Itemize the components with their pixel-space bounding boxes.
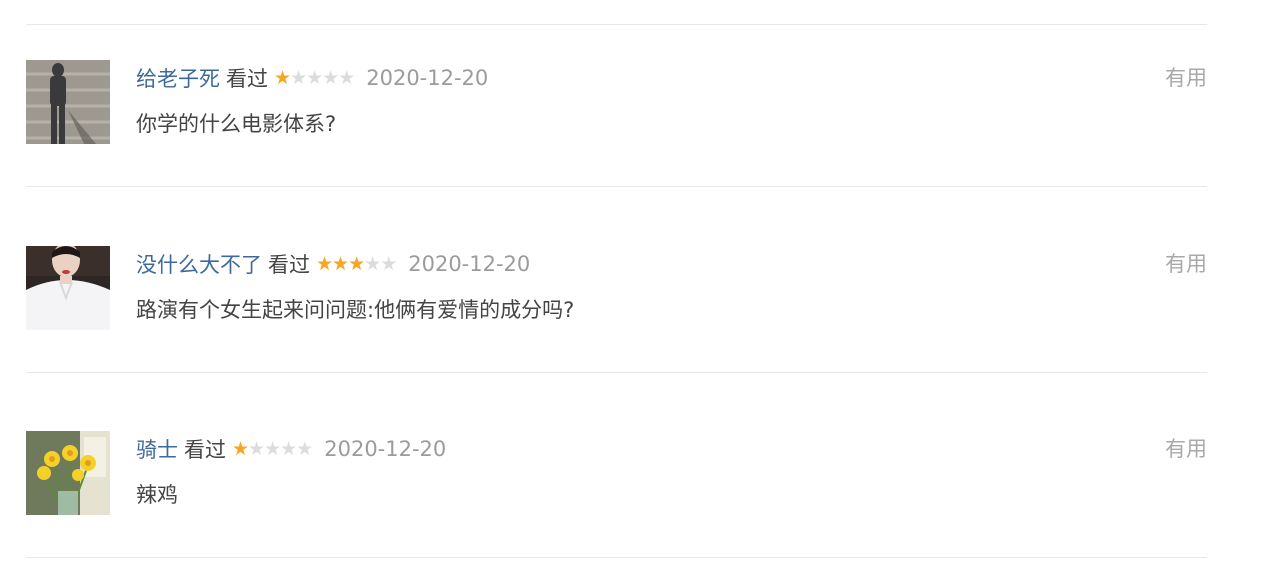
avatar[interactable] bbox=[26, 60, 110, 144]
review-item: 没什么大不了 看过 ★ ★ ★ ★ ★ 2020-12-20 有用 路演有个女生… bbox=[26, 246, 1207, 336]
rating-stars: ★ ★ ★ ★ ★ bbox=[316, 253, 397, 275]
username-link[interactable]: 给老子死 bbox=[136, 63, 220, 93]
star-empty-icon: ★ bbox=[296, 438, 313, 460]
star-filled-icon: ★ bbox=[274, 67, 291, 89]
star-filled-icon: ★ bbox=[348, 253, 365, 275]
username-link[interactable]: 骑士 bbox=[136, 434, 178, 464]
review-meta: 给老子死 看过 ★ ★ ★ ★ ★ 2020-12-20 bbox=[136, 62, 488, 94]
review-item: 给老子死 看过 ★ ★ ★ ★ ★ 2020-12-20 有用 你学的什么电影体… bbox=[26, 60, 1207, 150]
review-date: 2020-12-20 bbox=[408, 252, 531, 276]
avatar[interactable] bbox=[26, 246, 110, 330]
review-content: 路演有个女生起来问问题:他俩有爱情的成分吗? bbox=[136, 298, 575, 322]
star-filled-icon: ★ bbox=[332, 253, 349, 275]
watch-status: 看过 bbox=[268, 253, 310, 277]
useful-button[interactable]: 有用 bbox=[1165, 248, 1207, 280]
divider bbox=[26, 557, 1207, 558]
rating-stars: ★ ★ ★ ★ ★ bbox=[232, 438, 313, 460]
star-empty-icon: ★ bbox=[290, 67, 307, 89]
username-link[interactable]: 没什么大不了 bbox=[136, 249, 262, 279]
review-meta: 骑士 看过 ★ ★ ★ ★ ★ 2020-12-20 bbox=[136, 433, 446, 465]
divider bbox=[26, 24, 1207, 25]
review-date: 2020-12-20 bbox=[324, 437, 447, 461]
star-filled-icon: ★ bbox=[232, 438, 249, 460]
star-empty-icon: ★ bbox=[248, 438, 265, 460]
rating-stars: ★ ★ ★ ★ ★ bbox=[274, 67, 355, 89]
review-meta: 没什么大不了 看过 ★ ★ ★ ★ ★ 2020-12-20 bbox=[136, 248, 530, 280]
review-date: 2020-12-20 bbox=[366, 66, 489, 90]
divider bbox=[26, 186, 1207, 187]
star-empty-icon: ★ bbox=[380, 253, 397, 275]
star-empty-icon: ★ bbox=[322, 67, 339, 89]
star-empty-icon: ★ bbox=[364, 253, 381, 275]
useful-button[interactable]: 有用 bbox=[1165, 62, 1207, 94]
useful-button[interactable]: 有用 bbox=[1165, 433, 1207, 465]
star-empty-icon: ★ bbox=[280, 438, 297, 460]
watch-status: 看过 bbox=[184, 438, 226, 462]
review-item: 骑士 看过 ★ ★ ★ ★ ★ 2020-12-20 有用 辣鸡 bbox=[26, 431, 1207, 521]
avatar[interactable] bbox=[26, 431, 110, 515]
divider bbox=[26, 372, 1207, 373]
star-empty-icon: ★ bbox=[306, 67, 323, 89]
star-empty-icon: ★ bbox=[338, 67, 355, 89]
star-empty-icon: ★ bbox=[264, 438, 281, 460]
review-content: 辣鸡 bbox=[136, 483, 178, 507]
star-filled-icon: ★ bbox=[316, 253, 333, 275]
watch-status: 看过 bbox=[226, 67, 268, 91]
review-content: 你学的什么电影体系? bbox=[136, 112, 337, 136]
